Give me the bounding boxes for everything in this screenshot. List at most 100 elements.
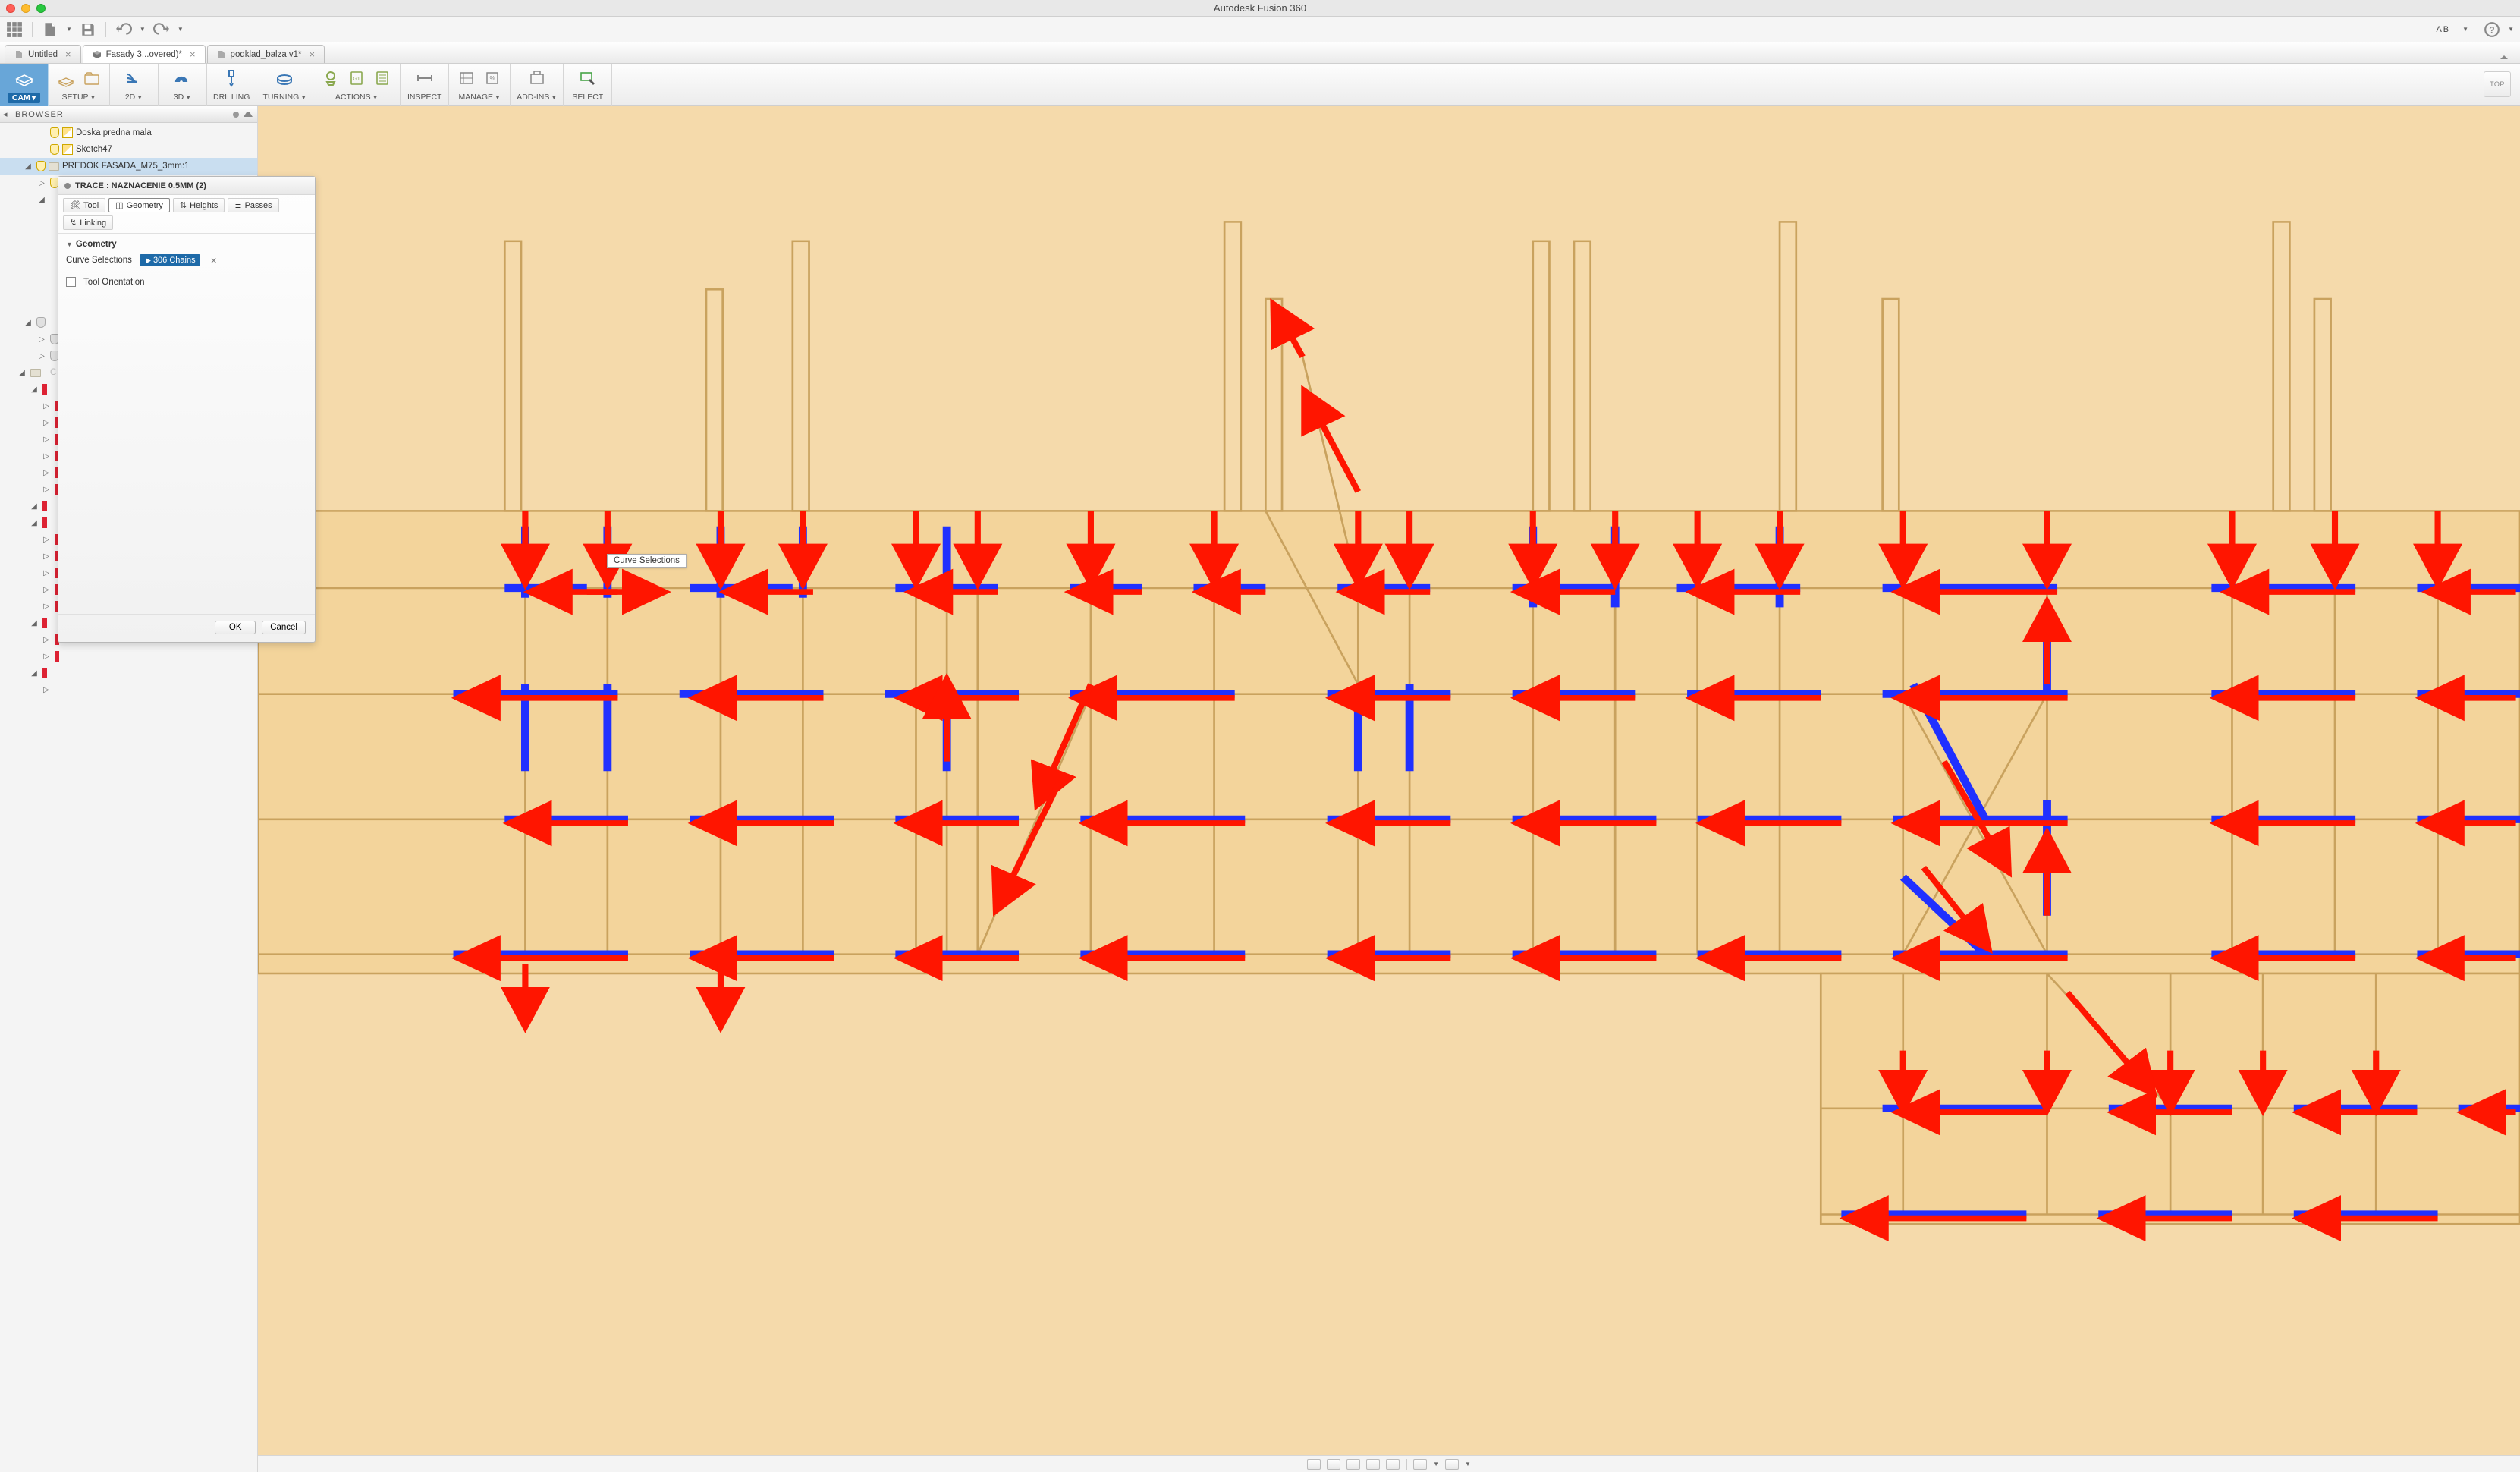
close-tab-icon[interactable]: × (190, 49, 196, 60)
ribbon-group-inspect: INSPECT (401, 64, 449, 106)
ribbon-group-label: INSPECT (407, 93, 442, 102)
ribbon-group-label: DRILLING (213, 93, 250, 102)
curve-selections-value: 306 Chains (153, 256, 196, 265)
close-tab-icon[interactable]: × (310, 49, 316, 60)
user-menu-chevron-icon[interactable]: ▼ (2462, 26, 2468, 33)
trace-tab-label: Tool (83, 201, 99, 210)
close-tab-icon[interactable]: × (65, 49, 71, 60)
undo-chevron-icon[interactable]: ▼ (140, 26, 146, 33)
inspect-icon[interactable] (413, 67, 436, 90)
data-panel-icon[interactable] (6, 21, 23, 38)
maximize-window-icon[interactable] (36, 4, 46, 13)
2d-icon[interactable] (123, 67, 146, 90)
grid-settings-icon[interactable] (1445, 1459, 1459, 1470)
file-menu-icon[interactable] (42, 21, 58, 38)
ribbon-group-actions: G1 ACTIONS ▼ (313, 64, 401, 106)
collapse-ribbon-icon[interactable] (2493, 52, 2515, 63)
file-menu-chevron-icon[interactable]: ▼ (66, 26, 72, 33)
help-chevron-icon[interactable]: ▼ (2508, 26, 2514, 33)
postprocess-icon[interactable]: G1 (345, 67, 368, 90)
design-canvas[interactable]: Curve Selections (258, 106, 2520, 1455)
ribbon-group-turning: TURNING ▼ (256, 64, 313, 106)
workspace-switcher[interactable]: CAM▾ (0, 64, 49, 106)
redo-icon[interactable] (153, 21, 170, 38)
ribbon-group-label: 2D ▼ (125, 93, 143, 102)
grid-chevron-icon[interactable]: ▼ (1465, 1461, 1471, 1467)
document-tab-untitled[interactable]: Untitled × (5, 45, 81, 63)
trace-tab-geometry[interactable]: ◫Geometry (108, 198, 170, 212)
trace-tab-heights[interactable]: ⇅Heights (173, 198, 225, 212)
expand-icon[interactable]: ◢ (23, 162, 33, 171)
trace-tabs: 🛠Tool ◫Geometry ⇅Heights ≣Passes ↯Linkin… (58, 195, 315, 234)
trace-tab-tool[interactable]: 🛠Tool (63, 198, 105, 212)
drilling-icon[interactable] (220, 67, 243, 90)
trace-tab-passes[interactable]: ≣Passes (228, 198, 278, 212)
tool-orientation-checkbox[interactable] (66, 277, 76, 287)
browser-collapse-icon[interactable]: ◂ (3, 109, 8, 119)
ribbon-group-label: 3D ▼ (174, 93, 191, 102)
undo-icon[interactable] (115, 21, 132, 38)
tree-item[interactable]: ◢ PREDOK FASADA_M75_3mm:1 (0, 158, 257, 175)
redo-chevron-icon[interactable]: ▼ (178, 26, 184, 33)
close-window-icon[interactable] (6, 4, 15, 13)
workspace-label: CAM▾ (8, 93, 40, 103)
dialog-pin-icon[interactable] (64, 183, 71, 189)
document-tab-fasady[interactable]: Fasady 3...overed)* × (83, 45, 206, 63)
geometry-section-header[interactable]: ▼Geometry (66, 237, 307, 252)
tree-item[interactable]: ▷ (0, 648, 257, 665)
3d-icon[interactable] (171, 67, 194, 90)
clear-selection-icon[interactable]: × (211, 254, 217, 266)
ok-button[interactable]: OK (215, 621, 256, 634)
cancel-button[interactable]: Cancel (262, 621, 306, 634)
tree-item[interactable]: Sketch47 (0, 141, 257, 158)
simulate-icon[interactable] (319, 67, 342, 90)
setup-sheet-icon[interactable] (371, 67, 394, 90)
select-icon[interactable] (577, 67, 599, 90)
expand-icon[interactable]: ▷ (36, 179, 47, 187)
turning-icon[interactable] (273, 67, 296, 90)
trace-tab-linking[interactable]: ↯Linking (63, 215, 113, 230)
trace-tab-label: Linking (80, 219, 106, 228)
display-settings-icon[interactable] (1413, 1459, 1427, 1470)
setup-folder-icon[interactable] (80, 67, 103, 90)
display-chevron-icon[interactable]: ▼ (1433, 1461, 1439, 1467)
help-icon[interactable]: ? (2484, 21, 2500, 38)
save-icon[interactable] (80, 21, 96, 38)
setup-icon[interactable] (55, 67, 77, 90)
browser-settings-icon[interactable] (233, 112, 239, 118)
tree-item[interactable]: Doska predna mala (0, 124, 257, 141)
browser-minimize-icon[interactable] (244, 112, 253, 117)
tree-item[interactable]: ◢ (0, 665, 257, 681)
pan-icon[interactable] (1346, 1459, 1360, 1470)
look-at-icon[interactable] (1327, 1459, 1340, 1470)
separator (1406, 1459, 1407, 1470)
linking-tab-icon: ↯ (70, 218, 77, 228)
selection-arrow-icon (143, 256, 151, 263)
visibility-icon[interactable] (50, 144, 59, 155)
orbit-icon[interactable] (1307, 1459, 1321, 1470)
viewcube-top[interactable]: TOP (2484, 71, 2511, 97)
trace-tab-label: Geometry (127, 201, 163, 210)
document-tab-bar: Untitled × Fasady 3...overed)* × podklad… (0, 42, 2520, 64)
visibility-icon[interactable] (36, 161, 46, 171)
zoom-icon[interactable] (1366, 1459, 1380, 1470)
fit-icon[interactable] (1386, 1459, 1400, 1470)
manage-task-icon[interactable]: % (481, 67, 504, 90)
trace-dialog-header[interactable]: TRACE : NAZNACENIE 0.5MM (2) (58, 177, 315, 195)
document-tab-label: Fasady 3...overed)* (106, 50, 182, 59)
ribbon-group-drilling: DRILLING (207, 64, 256, 106)
visibility-icon[interactable] (50, 127, 59, 138)
expand-icon[interactable]: ◢ (36, 196, 47, 204)
sketch-icon (62, 127, 73, 138)
ribbon-group-setup: SETUP ▼ (49, 64, 110, 106)
addins-icon[interactable] (526, 67, 548, 90)
curve-selections-chip[interactable]: 306 Chains (140, 254, 200, 266)
tree-item[interactable]: ▷ (0, 681, 257, 698)
browser-header[interactable]: ◂ BROWSER (0, 106, 257, 123)
document-tab-podklad[interactable]: podklad_balza v1* × (207, 45, 325, 63)
manage-tools-icon[interactable] (455, 67, 478, 90)
trace-dialog[interactable]: TRACE : NAZNACENIE 0.5MM (2) 🛠Tool ◫Geom… (58, 176, 316, 643)
user-menu[interactable]: AB (2436, 25, 2450, 34)
minimize-window-icon[interactable] (21, 4, 30, 13)
ribbon-group-2d: 2D ▼ (110, 64, 159, 106)
